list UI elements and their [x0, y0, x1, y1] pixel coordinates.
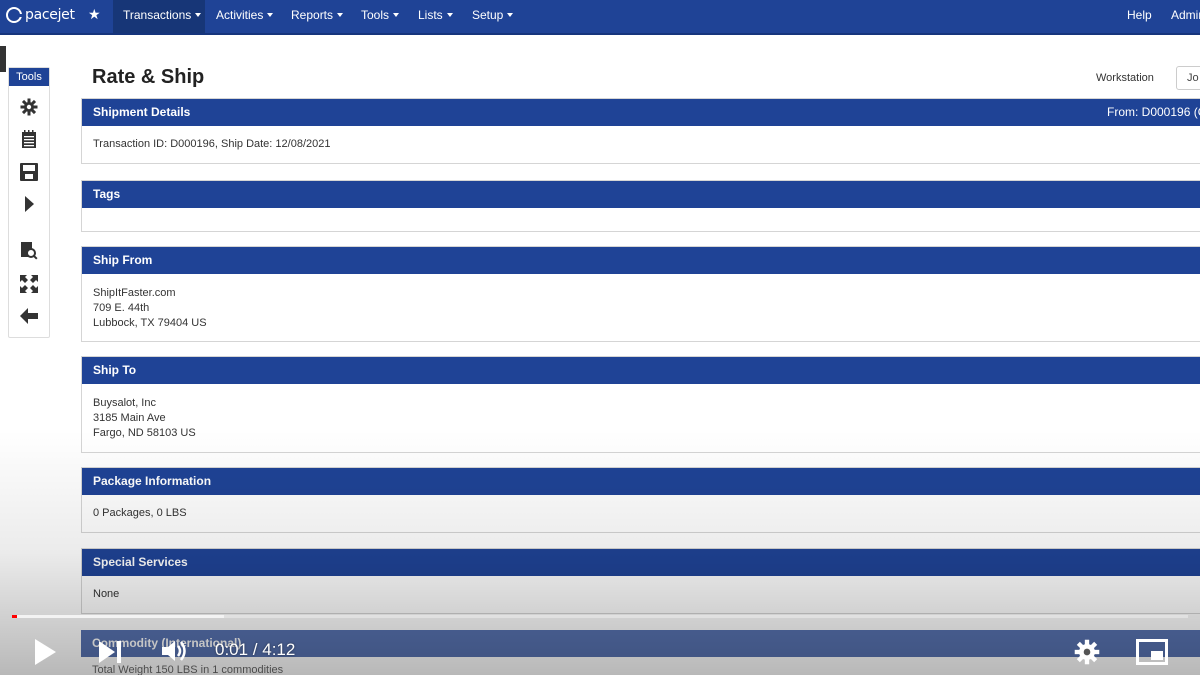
address-line: ShipItFaster.com	[93, 287, 176, 299]
miniplayer-button[interactable]	[1135, 638, 1169, 666]
nav-reports[interactable]: Reports	[291, 0, 344, 33]
next-button[interactable]	[97, 640, 123, 664]
top-nav: pacejet ★ Transactions Activities Report…	[0, 0, 1200, 35]
progress-bar[interactable]	[12, 615, 1188, 618]
tools-label: Tools	[9, 68, 49, 86]
progress-played	[12, 615, 17, 618]
favorites-star-icon[interactable]: ★	[88, 6, 101, 23]
shipment-details-text: Transaction ID: D000196, Ship Date: 12/0…	[93, 138, 331, 150]
tools-panel: Tools	[8, 67, 50, 338]
sidebar-toggle[interactable]	[0, 46, 6, 72]
play-icon[interactable]	[19, 194, 39, 214]
nav-help[interactable]: Help	[1127, 0, 1152, 33]
pacejet-logo[interactable]: pacejet	[6, 5, 75, 25]
address-line: Fargo, ND 58103 US	[93, 427, 196, 439]
nav-setup[interactable]: Setup	[472, 0, 514, 33]
panel-title: Ship To	[93, 363, 137, 377]
address-line: 709 E. 44th	[93, 302, 150, 314]
address-line: 3185 Main Ave	[93, 412, 166, 424]
from-order-label: From: D000196 (Or	[1107, 105, 1200, 119]
logo-mark-icon	[6, 7, 22, 23]
panel-header[interactable]: Ship To	[82, 357, 1200, 384]
play-button[interactable]	[32, 638, 58, 666]
gear-icon[interactable]	[19, 97, 39, 117]
panel-title: Package Information	[93, 474, 212, 488]
panel-header[interactable]: Ship From	[82, 247, 1200, 274]
panel-header[interactable]: Shipment Details From: D000196 (Or	[82, 99, 1200, 126]
tags-panel: Tags	[81, 180, 1200, 232]
nav-tools[interactable]: Tools	[361, 0, 400, 33]
notepad-icon[interactable]	[19, 129, 39, 149]
expand-icon[interactable]	[19, 274, 39, 294]
workstation-label: Workstation	[1096, 72, 1154, 84]
ship-from-panel: Ship From ShipItFaster.com 709 E. 44th L…	[81, 246, 1200, 342]
nav-lists[interactable]: Lists	[418, 0, 453, 33]
volume-icon	[162, 641, 186, 661]
ship-to-panel: Ship To Buysalot, Inc 3185 Main Ave Farg…	[81, 356, 1200, 453]
address-line: Lubbock, TX 79404 US	[93, 317, 207, 329]
settings-button[interactable]	[1073, 638, 1101, 666]
panel-title: Shipment Details	[93, 105, 191, 119]
panel-header[interactable]: Package Information	[82, 468, 1200, 495]
volume-button[interactable]	[160, 638, 190, 664]
page-title: Rate & Ship	[92, 66, 205, 88]
panel-title: Special Services	[93, 555, 188, 569]
settings-gear-icon	[1074, 639, 1100, 665]
workstation-select[interactable]: Jo	[1176, 66, 1200, 90]
panel-header[interactable]: Tags	[82, 181, 1200, 208]
shipment-details-panel: Shipment Details From: D000196 (Or Trans…	[81, 98, 1200, 164]
progress-buffered	[12, 615, 224, 618]
package-information-panel: Package Information 0 Packages, 0 LBS	[81, 467, 1200, 533]
nav-transactions[interactable]: Transactions	[113, 0, 205, 33]
back-arrow-icon[interactable]	[19, 306, 39, 326]
nav-activities[interactable]: Activities	[216, 0, 274, 33]
special-services-panel: Special Services None	[81, 548, 1200, 614]
search-document-icon[interactable]	[19, 241, 39, 261]
package-summary: 0 Packages, 0 LBS	[93, 507, 187, 519]
panel-header[interactable]: Special Services	[82, 549, 1200, 576]
special-services-value: None	[93, 588, 120, 600]
play-icon	[35, 639, 56, 665]
save-icon[interactable]	[19, 162, 39, 182]
skip-next-icon	[99, 641, 121, 663]
panel-title: Ship From	[93, 253, 153, 267]
nav-admin[interactable]: Admin	[1171, 0, 1200, 33]
time-display: 0:01 / 4:12	[215, 640, 296, 659]
miniplayer-icon	[1136, 639, 1168, 665]
panel-title: Tags	[93, 187, 121, 201]
address-line: Buysalot, Inc	[93, 397, 156, 409]
